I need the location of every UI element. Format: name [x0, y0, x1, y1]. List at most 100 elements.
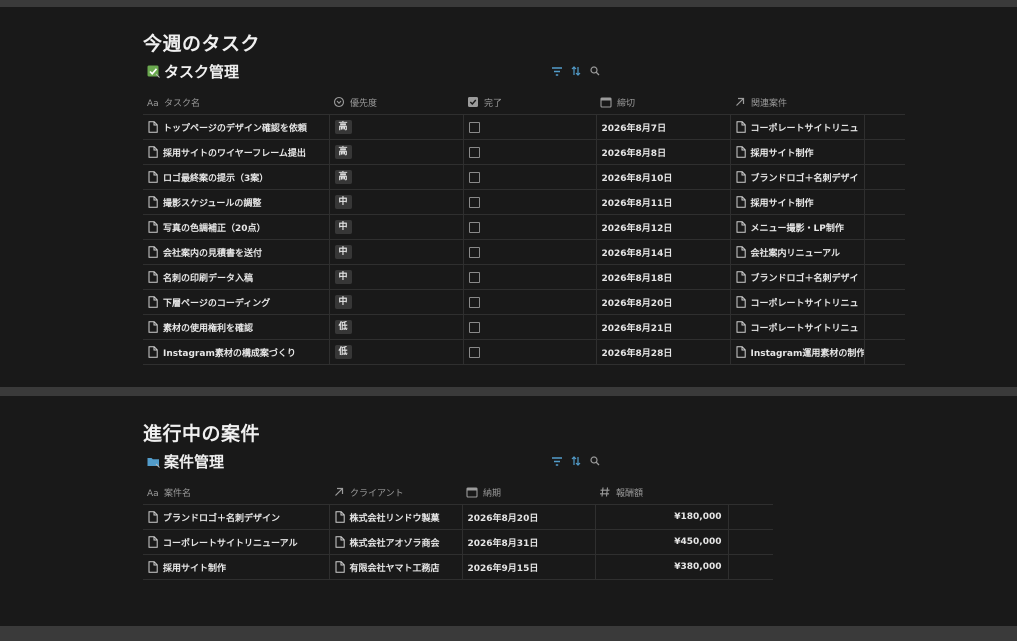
column-header-add[interactable] — [864, 90, 905, 115]
done-checkbox[interactable] — [468, 346, 480, 358]
priority-cell[interactable]: 中 — [329, 214, 464, 240]
table-row[interactable]: 写真の色調補正（20点） 中 2026年8月12日 メニュー撮影・LP制作 — [143, 214, 905, 240]
due-cell[interactable]: 2026年8月14日 — [596, 239, 731, 265]
table-row[interactable]: 会社案内の見積書を送付 中 2026年8月14日 会社案内リニューアル — [143, 239, 905, 265]
due-cell[interactable]: 2026年8月20日 — [596, 289, 731, 315]
sort-icon[interactable] — [570, 64, 582, 78]
task-name-cell[interactable]: 素材の使用権利を確認 — [143, 314, 330, 340]
search-icon[interactable] — [589, 64, 601, 78]
project-name-cell[interactable]: ブランドロゴ＋名刺デザイン — [143, 504, 330, 530]
done-checkbox[interactable] — [468, 221, 480, 233]
priority-cell[interactable]: 高 — [329, 114, 464, 140]
due-cell[interactable]: 2026年8月10日 — [596, 164, 731, 190]
priority-cell[interactable]: 低 — [329, 339, 464, 365]
related-cell[interactable]: ブランドロゴ＋名刺デザイ — [730, 164, 865, 190]
page-icon — [736, 346, 746, 358]
task-name-cell[interactable]: 下層ページのコーディング — [143, 289, 330, 315]
priority-tag: 中 — [334, 245, 352, 259]
done-checkbox[interactable] — [468, 296, 480, 308]
delivery-cell[interactable]: 2026年8月31日 — [462, 529, 596, 555]
table-row[interactable]: コーポレートサイトリニューアル 株式会社アオゾラ商会 2026年8月31日 ¥450,… — [143, 529, 773, 555]
related-cell[interactable]: コーポレートサイトリニュ — [730, 289, 865, 315]
task-name-cell[interactable]: トップページのデザイン確認を依頼 — [143, 114, 330, 140]
search-icon[interactable] — [589, 454, 601, 468]
filter-icon[interactable] — [551, 454, 563, 468]
due-cell[interactable]: 2026年8月7日 — [596, 114, 731, 140]
task-name-cell[interactable]: 写真の色調補正（20点） — [143, 214, 330, 240]
column-header-fee[interactable]: 報酬額 — [595, 480, 728, 505]
tasks-db-title[interactable]: タスク管理 — [164, 60, 239, 84]
task-name-cell[interactable]: 撮影スケジュールの調整 — [143, 189, 330, 215]
priority-cell[interactable]: 高 — [329, 164, 464, 190]
client-cell[interactable]: 有限会社ヤマト工務店 — [329, 554, 463, 580]
checkbox-icon — [147, 65, 160, 78]
project-name-cell[interactable]: コーポレートサイトリニューアル — [143, 529, 330, 555]
related-cell[interactable]: コーポレートサイトリニュ — [730, 114, 865, 140]
column-header-related[interactable]: 関連案件 — [730, 90, 864, 115]
table-row[interactable]: Instagram素材の構成案づくり 低 2026年8月28日 Instagram運用… — [143, 339, 905, 365]
delivery-cell[interactable]: 2026年8月20日 — [462, 504, 596, 530]
done-checkbox[interactable] — [468, 171, 480, 183]
priority-cell[interactable]: 低 — [329, 314, 464, 340]
related-cell[interactable]: メニュー撮影・LP制作 — [730, 214, 865, 240]
table-row[interactable]: トップページのデザイン確認を依頼 高 2026年8月7日 コーポレートサイトリニュ — [143, 114, 905, 140]
priority-cell[interactable]: 中 — [329, 289, 464, 315]
column-header-client[interactable]: クライアント — [329, 480, 462, 505]
due-cell[interactable]: 2026年8月21日 — [596, 314, 731, 340]
table-row[interactable]: ロゴ最終案の提示（3案） 高 2026年8月10日 ブランドロゴ＋名刺デザイ — [143, 164, 905, 190]
column-header-due[interactable]: 締切 — [596, 90, 730, 115]
task-name-cell[interactable]: 採用サイトのワイヤーフレーム提出 — [143, 139, 330, 165]
done-checkbox[interactable] — [468, 246, 480, 258]
table-row[interactable]: 名刺の印刷データ入稿 中 2026年8月18日 ブランドロゴ＋名刺デザイ — [143, 264, 905, 290]
due-cell[interactable]: 2026年8月11日 — [596, 189, 731, 215]
due-cell[interactable]: 2026年8月8日 — [596, 139, 731, 165]
table-row[interactable]: 採用サイトのワイヤーフレーム提出 高 2026年8月8日 採用サイト制作 — [143, 139, 905, 165]
task-name-cell[interactable]: 名刺の印刷データ入稿 — [143, 264, 330, 290]
delivery-cell[interactable]: 2026年9月15日 — [462, 554, 596, 580]
projects-toolbar — [551, 454, 601, 468]
done-checkbox[interactable] — [468, 196, 480, 208]
fee-cell[interactable]: ¥450,000 — [595, 529, 729, 555]
projects-db-title[interactable]: 案件管理 — [164, 450, 224, 474]
page-icon — [148, 246, 158, 258]
table-row[interactable]: 素材の使用権利を確認 低 2026年8月21日 コーポレートサイトリニュ — [143, 314, 905, 340]
done-cell — [463, 289, 597, 315]
column-header-priority[interactable]: 優先度 — [329, 90, 463, 115]
sort-icon[interactable] — [570, 454, 582, 468]
priority-cell[interactable]: 中 — [329, 239, 464, 265]
task-name-cell[interactable]: ロゴ最終案の提示（3案） — [143, 164, 330, 190]
fee-cell[interactable]: ¥380,000 — [595, 554, 729, 580]
filter-icon[interactable] — [551, 64, 563, 78]
table-row[interactable]: 採用サイト制作 有限会社ヤマト工務店 2026年9月15日 ¥380,000 — [143, 554, 773, 580]
related-cell[interactable]: ブランドロゴ＋名刺デザイ — [730, 264, 865, 290]
done-checkbox[interactable] — [468, 271, 480, 283]
task-name-cell[interactable]: 会社案内の見積書を送付 — [143, 239, 330, 265]
table-row[interactable]: 下層ページのコーディング 中 2026年8月20日 コーポレートサイトリニュ — [143, 289, 905, 315]
table-row[interactable]: 撮影スケジュールの調整 中 2026年8月11日 採用サイト制作 — [143, 189, 905, 215]
column-header-project-name[interactable]: Aa 案件名 — [143, 480, 329, 505]
client-cell[interactable]: 株式会社アオゾラ商会 — [329, 529, 463, 555]
column-header-done[interactable]: 完了 — [463, 90, 596, 115]
priority-cell[interactable]: 高 — [329, 139, 464, 165]
fee-cell[interactable]: ¥180,000 — [595, 504, 729, 530]
due-cell[interactable]: 2026年8月12日 — [596, 214, 731, 240]
related-cell[interactable]: コーポレートサイトリニュ — [730, 314, 865, 340]
related-cell[interactable]: 会社案内リニューアル — [730, 239, 865, 265]
done-checkbox[interactable] — [468, 121, 480, 133]
priority-cell[interactable]: 中 — [329, 189, 464, 215]
task-name-cell[interactable]: Instagram素材の構成案づくり — [143, 339, 330, 365]
column-header-add[interactable] — [728, 480, 773, 505]
priority-cell[interactable]: 中 — [329, 264, 464, 290]
due-cell[interactable]: 2026年8月28日 — [596, 339, 731, 365]
due-cell[interactable]: 2026年8月18日 — [596, 264, 731, 290]
column-header-task-name[interactable]: Aa タスク名 — [143, 90, 329, 115]
related-cell[interactable]: 採用サイト制作 — [730, 189, 865, 215]
related-cell[interactable]: Instagram運用素材の制作 — [730, 339, 865, 365]
related-cell[interactable]: 採用サイト制作 — [730, 139, 865, 165]
client-cell[interactable]: 株式会社リンドウ製菓 — [329, 504, 463, 530]
done-checkbox[interactable] — [468, 321, 480, 333]
project-name-cell[interactable]: 採用サイト制作 — [143, 554, 330, 580]
column-header-delivery[interactable]: 納期 — [462, 480, 595, 505]
table-row[interactable]: ブランドロゴ＋名刺デザイン 株式会社リンドウ製菓 2026年8月20日 ¥180,00… — [143, 504, 773, 530]
done-checkbox[interactable] — [468, 146, 480, 158]
